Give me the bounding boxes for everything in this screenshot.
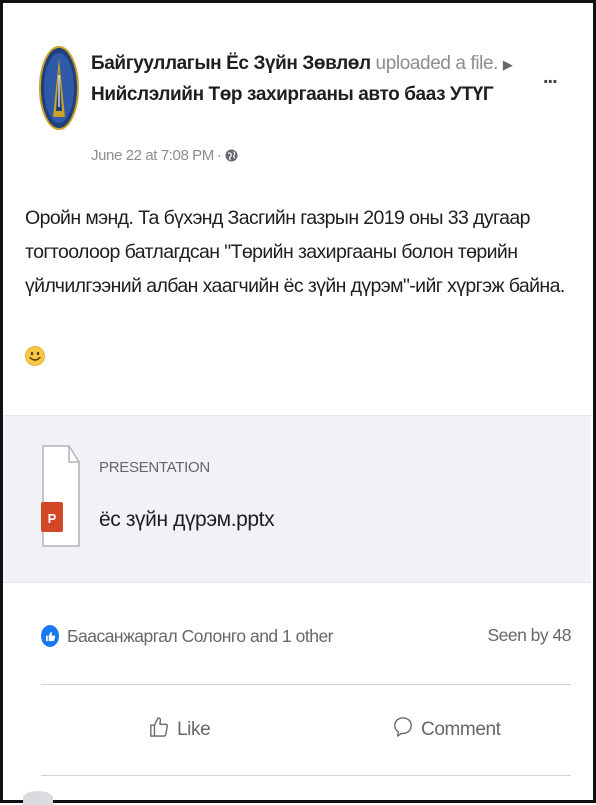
reactions-summary[interactable]: Баасанжаргал Солонго and 1 other bbox=[41, 625, 334, 647]
more-options-button[interactable]: ... bbox=[543, 67, 567, 91]
triangle-right-icon: ▶ bbox=[502, 57, 513, 72]
post-meta: June 22 at 7:08 PM · bbox=[91, 147, 238, 164]
meta-separator: · bbox=[216, 147, 222, 164]
group-name[interactable]: Нийслэлийн Төр захиргааны авто бааз УТҮГ bbox=[91, 84, 494, 105]
feed-post: Байгууллагын Ёс Зүйн Зөвлөл uploaded a f… bbox=[3, 3, 593, 805]
reactions-text[interactable]: Баасанжаргал Солонго and 1 other bbox=[67, 626, 334, 647]
file-type-label: PRESENTATION bbox=[99, 459, 210, 476]
post-header: Байгууллагын Ёс Зүйн Зөвлөл uploaded a f… bbox=[91, 49, 541, 110]
screenshot-frame: Байгууллагын Ёс Зүйн Зөвлөл uploaded a f… bbox=[0, 0, 596, 805]
globe-icon[interactable] bbox=[225, 149, 238, 162]
post-timestamp[interactable]: June 22 at 7:08 PM bbox=[91, 147, 214, 164]
file-icon-letter: P bbox=[48, 511, 57, 526]
comment-label: Comment bbox=[421, 719, 501, 740]
author-name[interactable]: Байгууллагын Ёс Зүйн Зөвлөл bbox=[91, 53, 371, 74]
smile-emoji-icon bbox=[25, 346, 45, 366]
comment-bubble-icon bbox=[393, 715, 413, 745]
powerpoint-file-icon: P bbox=[41, 444, 81, 548]
post-action-bar: Like Comment bbox=[41, 685, 571, 775]
like-button[interactable]: Like bbox=[149, 705, 211, 755]
post-action: uploaded a file. bbox=[375, 53, 499, 74]
post-body-text: Оройн мэнд. Та бүхэнд Засгийн газрын 201… bbox=[25, 207, 565, 297]
file-name[interactable]: ёс зүйн дүрэм.pptx bbox=[99, 508, 275, 532]
like-label: Like bbox=[177, 719, 211, 740]
avatar[interactable] bbox=[39, 45, 79, 131]
divider bbox=[41, 775, 571, 776]
file-attachment[interactable]: P PRESENTATION ёс зүйн дүрэм.pptx bbox=[3, 415, 591, 583]
like-reaction-icon bbox=[41, 625, 59, 647]
thumbs-up-icon bbox=[149, 715, 169, 745]
comment-button[interactable]: Comment bbox=[393, 705, 501, 755]
seen-by-count[interactable]: Seen by 48 bbox=[487, 625, 571, 646]
